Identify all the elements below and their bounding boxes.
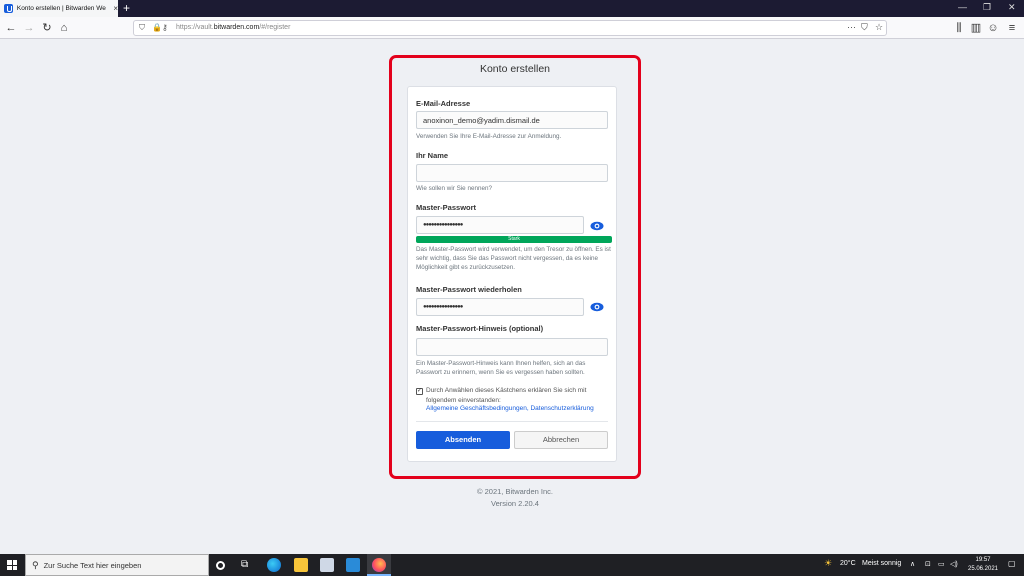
- volume-icon[interactable]: ◁): [950, 560, 958, 568]
- library-icon[interactable]: ⫼: [952, 21, 966, 35]
- minimize-icon[interactable]: —: [958, 2, 967, 12]
- clock[interactable]: 19:57 25.06.2021: [963, 556, 1003, 574]
- terms-links: Allgemeine Geschäftsbedingungen, Datensc…: [426, 405, 594, 412]
- password-hint-field[interactable]: [416, 338, 608, 356]
- tab-bar: Konto erstellen | Bitwarden We × + — ❐ ✕: [0, 0, 1024, 17]
- url-suffix: /#/register: [259, 24, 291, 31]
- email-label: E-Mail-Adresse: [416, 99, 471, 108]
- submit-button[interactable]: Absenden: [416, 431, 510, 449]
- weather-sun-icon[interactable]: ☀: [824, 558, 832, 569]
- windows-start-icon[interactable]: [7, 560, 17, 570]
- password-hint: Das Master-Passwort wird verwendet, um d…: [416, 246, 611, 271]
- bookmark-star-icon[interactable]: ☆: [875, 22, 883, 33]
- notification-icon[interactable]: ▢: [1008, 559, 1016, 568]
- tray-chevron-icon[interactable]: ∧: [910, 560, 915, 568]
- divider: [416, 421, 608, 422]
- file-explorer-icon[interactable]: [294, 558, 308, 572]
- account-icon[interactable]: ☺: [986, 21, 1000, 35]
- firefox-taskbar-item[interactable]: [367, 554, 391, 576]
- terms-checkbox[interactable]: ✓: [416, 388, 423, 395]
- url-prefix: https://vault.: [176, 24, 214, 31]
- new-tab-button[interactable]: +: [123, 1, 130, 15]
- tab-konto-erstellen[interactable]: Konto erstellen | Bitwarden We ×: [0, 0, 118, 17]
- terms-link[interactable]: Allgemeine Geschäftsbedingungen: [426, 405, 527, 412]
- search-icon: ⚲: [32, 559, 39, 570]
- email-field[interactable]: anoxinon_demo@yadim.dismail.de: [416, 111, 608, 129]
- page-title: Konto erstellen: [479, 63, 551, 75]
- restore-icon[interactable]: ❐: [983, 2, 991, 13]
- password-hint-description: Ein Master-Passwort-Hinweis kann Ihnen h…: [416, 360, 586, 376]
- forward-arrow-icon[interactable]: →: [22, 21, 36, 35]
- copyright-text: © 2021, Bitwarden Inc.: [477, 487, 553, 496]
- home-icon[interactable]: ⌂: [57, 21, 71, 35]
- key-icon[interactable]: ⚷: [162, 23, 168, 32]
- url-domain: bitwarden.com: [213, 24, 260, 31]
- show-repeat-password-eye-icon[interactable]: [590, 302, 604, 312]
- repeat-password-field[interactable]: ●●●●●●●●●●●●●●●: [416, 298, 584, 316]
- name-field[interactable]: [416, 164, 608, 182]
- taskbar-search-placeholder: Zur Suche Text hier eingeben: [43, 560, 142, 570]
- name-hint: Wie sollen wir Sie nennen?: [416, 185, 492, 192]
- password-hint-label: Master-Passwort-Hinweis (optional): [416, 324, 544, 333]
- clock-time: 19:57: [975, 557, 991, 563]
- password-value: ●●●●●●●●●●●●●●●: [423, 222, 463, 228]
- mail-icon[interactable]: [346, 558, 360, 572]
- taskbar: ⚲ Zur Suche Text hier eingeben ⧉ ☀ 20°C …: [0, 554, 1024, 576]
- tab-close-icon[interactable]: ×: [113, 4, 118, 13]
- back-arrow-icon[interactable]: ←: [4, 21, 18, 35]
- show-password-eye-icon[interactable]: [590, 221, 604, 231]
- navigation-bar: ← → ↻ ⌂ ⛉ 🔒 ⚷ https://vault.bitwarden.co…: [0, 17, 1024, 39]
- more-dots-icon[interactable]: ···: [847, 22, 856, 32]
- privacy-link[interactable]: Datenschutzerklärung: [530, 405, 593, 412]
- version-text: Version 2.20.4: [491, 499, 539, 508]
- repeat-password-value: ●●●●●●●●●●●●●●●: [423, 304, 463, 310]
- task-view-icon[interactable]: ⧉: [241, 559, 255, 573]
- clock-date: 25.06.2021: [967, 566, 999, 572]
- battery-icon[interactable]: ▭: [938, 560, 945, 568]
- reload-icon[interactable]: ↻: [40, 21, 54, 35]
- password-field[interactable]: ●●●●●●●●●●●●●●●: [416, 216, 584, 234]
- sidebar-icon[interactable]: ▥: [969, 21, 983, 35]
- menu-icon[interactable]: ≡: [1005, 21, 1019, 35]
- store-icon[interactable]: [320, 558, 334, 572]
- taskbar-search-input[interactable]: ⚲ Zur Suche Text hier eingeben: [25, 554, 209, 576]
- strength-label: Stark: [508, 236, 520, 242]
- address-bar[interactable]: ⛉ 🔒 ⚷ https://vault.bitwarden.com/#/regi…: [133, 20, 887, 36]
- pocket-icon[interactable]: ⛉: [861, 22, 868, 33]
- shield-icon[interactable]: ⛉: [139, 23, 145, 33]
- email-value: anoxinon_demo@yadim.dismail.de: [423, 115, 540, 125]
- cancel-button[interactable]: Abbrechen: [514, 431, 608, 449]
- temperature-text[interactable]: 20°C: [840, 560, 856, 567]
- tab-title: Konto erstellen | Bitwarden We: [16, 5, 106, 12]
- lock-icon[interactable]: 🔒: [152, 23, 162, 32]
- weather-text[interactable]: Meist sonnig: [862, 560, 901, 567]
- close-window-icon[interactable]: ✕: [1008, 2, 1016, 13]
- password-label: Master-Passwort: [416, 203, 477, 212]
- repeat-password-label: Master-Passwort wiederholen: [416, 285, 522, 294]
- url-text[interactable]: https://vault.bitwarden.com/#/register: [176, 24, 290, 31]
- network-icon[interactable]: ⊡: [925, 560, 931, 568]
- cortana-icon[interactable]: [216, 561, 225, 570]
- bitwarden-favicon-icon: [4, 4, 13, 13]
- password-strength-bar: Stark: [416, 236, 612, 243]
- email-hint: Verwenden Sie Ihre E-Mail-Adresse zur An…: [416, 133, 562, 140]
- terms-text: Durch Anwählen dieses Kästchens erklären…: [426, 387, 587, 404]
- edge-icon[interactable]: [267, 558, 281, 572]
- firefox-icon: [372, 558, 386, 572]
- name-label: Ihr Name: [416, 151, 449, 160]
